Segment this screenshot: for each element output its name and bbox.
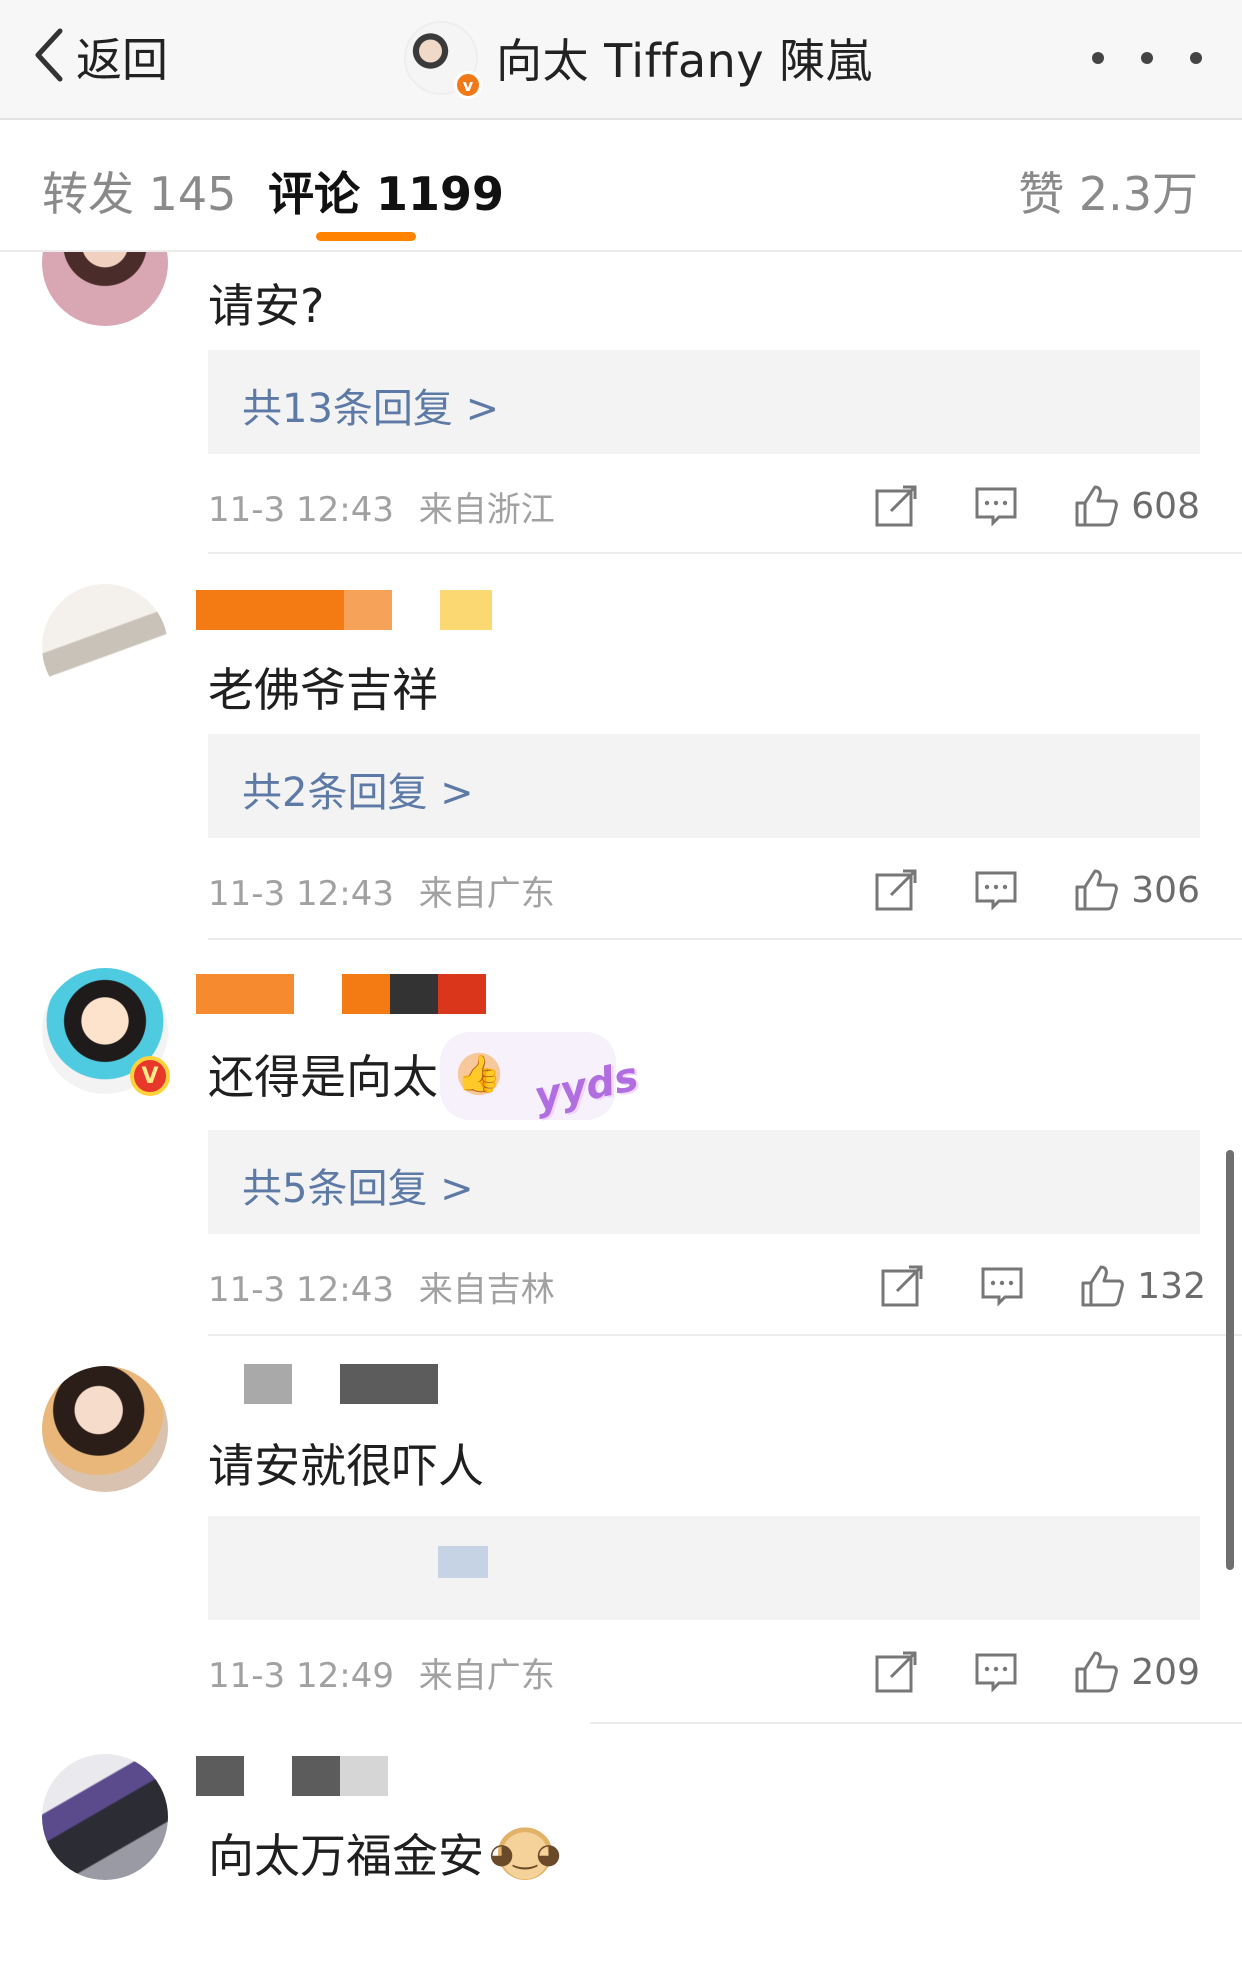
comment-icon[interactable] <box>969 863 1023 917</box>
timestamp: 11-3 12:43 <box>208 490 394 530</box>
comment-text: 老佛爷吉祥 <box>208 663 438 717</box>
comment-meta: 11-3 12:49 来自广东 <box>208 1648 555 1697</box>
more-options-button[interactable] <box>1092 38 1202 78</box>
comment-icon[interactable] <box>969 479 1023 533</box>
replies-count: 共2条回复 > <box>242 770 474 816</box>
nav-header: 返回 v 向太 Tiffany 陳嵐 <box>0 0 1242 120</box>
location: 来自广东 <box>418 1656 555 1696</box>
tab-repost[interactable]: 转发 145 <box>42 158 236 224</box>
author-avatar[interactable]: v <box>404 21 482 99</box>
replies-link[interactable]: 共2条回复 > <box>208 734 1200 838</box>
comment-meta: 11-3 12:43 来自浙江 <box>208 482 555 531</box>
replies-link[interactable]: 共5条回复 > <box>208 1130 1200 1234</box>
share-icon[interactable] <box>869 479 923 533</box>
username-redacted[interactable] <box>196 1364 438 1404</box>
replies-count: 共13条回复 > <box>242 386 500 432</box>
post-author[interactable]: v 向太 Tiffany 陳嵐 <box>404 18 873 99</box>
back-button[interactable]: 返回 <box>30 22 168 92</box>
comment-meta: 11-3 12:43 来自广东 <box>208 866 555 915</box>
replies-link[interactable]: 共13条回复 > <box>208 350 1200 454</box>
yyds-sticker: yyds <box>530 1053 643 1121</box>
scrollbar[interactable] <box>1226 1150 1234 1570</box>
timestamp: 11-3 12:43 <box>208 1270 394 1310</box>
like-icon[interactable] <box>1069 863 1123 917</box>
location: 来自吉林 <box>418 1270 555 1310</box>
doge-emoji-icon: ◕‿◕ <box>489 1826 561 1880</box>
divider <box>208 1334 1242 1336</box>
location: 来自浙江 <box>418 490 555 530</box>
chevron-left-icon <box>30 25 70 89</box>
avatar[interactable]: V <box>42 968 170 1096</box>
page-title: 向太 Tiffany 陳嵐 <box>496 34 873 88</box>
active-tab-indicator <box>316 232 416 241</box>
replies-count: 共5条回复 > <box>242 1166 474 1212</box>
replies-count-redacted <box>438 1546 488 1578</box>
like-count: 209 <box>1131 1651 1200 1693</box>
share-icon[interactable] <box>869 1645 923 1699</box>
thumbs-up-emoji-icon: 👍 <box>452 1047 506 1101</box>
tab-bar: 转发 145 评论 1199 赞 2.3万 <box>0 120 1242 252</box>
username-redacted[interactable] <box>196 590 492 630</box>
comment-text-content: 还得是向太 <box>208 1050 438 1104</box>
username-redacted[interactable] <box>196 974 486 1014</box>
comment-text: 请安? <box>208 279 325 333</box>
avatar[interactable] <box>42 1754 168 1880</box>
more-dot-icon <box>1190 52 1202 64</box>
comment-icon[interactable] <box>969 1645 1023 1699</box>
timestamp: 11-3 12:43 <box>208 874 394 914</box>
like-count: 132 <box>1137 1265 1206 1307</box>
username-redacted[interactable] <box>196 1756 388 1796</box>
comment-actions: 306 <box>869 862 1200 918</box>
timestamp: 11-3 12:49 <box>208 1656 394 1696</box>
more-dot-icon <box>1092 52 1104 64</box>
like-icon[interactable] <box>1069 479 1123 533</box>
back-label: 返回 <box>76 33 168 87</box>
comment-text: 还得是向太 👍 yyds <box>208 1038 642 1120</box>
comment-icon[interactable] <box>975 1259 1029 1313</box>
comment-text: 向太万福金安 ◕‿◕ <box>208 1820 561 1886</box>
avatar[interactable] <box>42 1366 168 1492</box>
divider <box>590 1722 1242 1724</box>
vip-badge-icon: V <box>130 1056 170 1096</box>
share-icon[interactable] <box>875 1259 929 1313</box>
like-icon[interactable] <box>1069 1645 1123 1699</box>
divider <box>208 938 1242 940</box>
comment-meta: 11-3 12:43 来自吉林 <box>208 1262 555 1311</box>
tab-like[interactable]: 赞 2.3万 <box>1018 158 1198 224</box>
share-icon[interactable] <box>869 863 923 917</box>
more-dot-icon <box>1141 52 1153 64</box>
location: 来自广东 <box>418 874 555 914</box>
divider <box>208 552 1242 554</box>
comment-text: 请安就很吓人 <box>208 1439 484 1493</box>
comment-actions: 132 <box>875 1258 1206 1314</box>
avatar[interactable] <box>42 584 168 710</box>
comment-actions: 608 <box>869 478 1200 534</box>
replies-link[interactable] <box>208 1516 1200 1620</box>
like-count: 608 <box>1131 485 1200 527</box>
verified-badge-icon: v <box>454 71 482 99</box>
comment-text-content: 向太万福金安 <box>208 1829 484 1883</box>
like-count: 306 <box>1131 869 1200 911</box>
like-icon[interactable] <box>1075 1259 1129 1313</box>
comment-actions: 209 <box>869 1644 1200 1700</box>
